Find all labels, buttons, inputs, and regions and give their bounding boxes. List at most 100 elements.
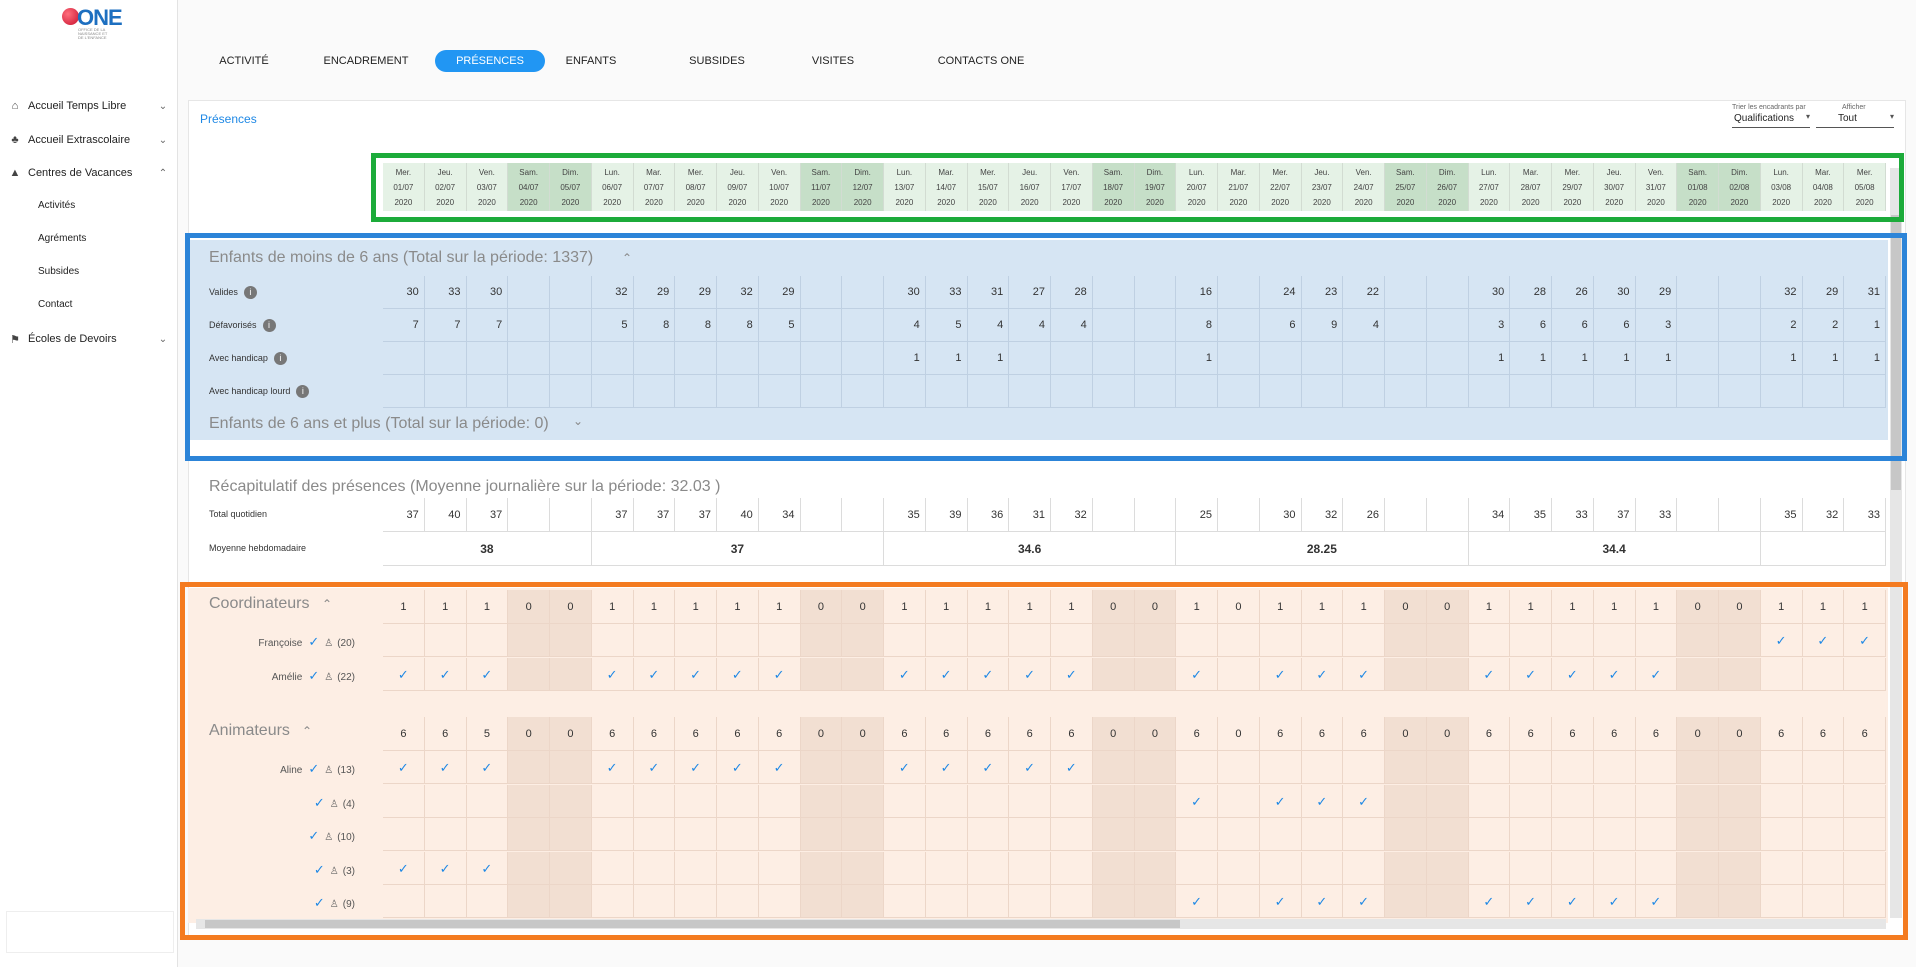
staff-day-cell[interactable] (800, 785, 843, 818)
staff-day-cell[interactable] (842, 885, 884, 918)
staff-day-cell[interactable] (925, 624, 968, 657)
staff-day-cell[interactable] (717, 885, 759, 918)
staff-day-cell[interactable]: ✓ (1051, 751, 1093, 784)
staff-day-cell[interactable] (1009, 624, 1051, 657)
staff-day-cell[interactable] (925, 885, 968, 918)
staff-day-cell[interactable]: ✓ (1051, 658, 1093, 691)
staff-day-cell[interactable] (591, 885, 634, 918)
staff-day-cell[interactable]: ✓ (675, 751, 717, 784)
staff-day-cell[interactable] (1677, 818, 1719, 851)
staff-day-cell[interactable]: ✓ (1301, 785, 1344, 818)
info-icon[interactable]: i (243, 286, 257, 299)
staff-day-cell[interactable] (1593, 624, 1636, 657)
staff-day-cell[interactable] (1426, 658, 1469, 691)
staff-day-cell[interactable] (1218, 658, 1260, 691)
staff-day-cell[interactable]: ✓ (1259, 885, 1302, 918)
staff-day-cell[interactable] (1134, 751, 1177, 784)
staff-day-cell[interactable] (1510, 624, 1552, 657)
staff-day-cell[interactable] (884, 818, 926, 851)
staff-day-cell[interactable] (967, 785, 1010, 818)
staff-day-cell[interactable] (1677, 658, 1719, 691)
staff-day-cell[interactable] (1760, 885, 1803, 918)
staff-day-cell[interactable]: ✓ (675, 658, 717, 691)
staff-day-cell[interactable]: ✓ (466, 658, 509, 691)
staff-day-cell[interactable] (550, 785, 592, 818)
staff-day-cell[interactable] (508, 852, 550, 885)
staff-day-cell[interactable] (633, 785, 676, 818)
staff-day-cell[interactable] (1259, 852, 1302, 885)
staff-day-cell[interactable] (591, 852, 634, 885)
staff-day-cell[interactable] (1802, 885, 1845, 918)
staff-day-cell[interactable] (1051, 852, 1093, 885)
tab-3[interactable]: ENFANTS (555, 50, 627, 72)
staff-day-cell[interactable]: ✓ (1343, 785, 1385, 818)
staff-day-cell[interactable]: ✓ (591, 658, 634, 691)
tab-5[interactable]: VISITES (800, 50, 866, 72)
sidebar-subitem-3[interactable]: Contact (38, 299, 72, 310)
staff-day-cell[interactable] (508, 785, 550, 818)
staff-day-cell[interactable] (1719, 885, 1761, 918)
staff-day-cell[interactable] (1719, 852, 1761, 885)
staff-day-cell[interactable] (1092, 751, 1135, 784)
staff-day-cell[interactable] (1844, 852, 1886, 885)
staff-day-cell[interactable] (1844, 885, 1886, 918)
under6-title[interactable]: Enfants de moins de 6 ans (Total sur la … (209, 249, 593, 267)
sort-select[interactable]: Trier les encadrants par Qualifications (1732, 104, 1810, 128)
staff-day-cell[interactable] (1343, 751, 1385, 784)
staff-day-cell[interactable] (1719, 624, 1761, 657)
staff-day-cell[interactable] (550, 751, 592, 784)
horizontal-scrollbar-thumb[interactable] (205, 920, 1180, 928)
staff-day-cell[interactable] (717, 624, 759, 657)
staff-day-cell[interactable] (383, 624, 425, 657)
staff-day-cell[interactable]: ✓ (466, 751, 509, 784)
staff-day-cell[interactable] (842, 852, 884, 885)
staff-day-cell[interactable] (1134, 658, 1177, 691)
staff-day-cell[interactable] (675, 785, 717, 818)
staff-day-cell[interactable] (1301, 624, 1344, 657)
staff-day-cell[interactable] (1092, 852, 1135, 885)
staff-day-cell[interactable]: ✓ (633, 751, 676, 784)
chevron-up-icon[interactable]: ⌃ (302, 724, 312, 738)
staff-day-cell[interactable]: ✓ (383, 852, 425, 885)
staff-day-cell[interactable] (1134, 852, 1177, 885)
staff-day-cell[interactable] (1343, 818, 1385, 851)
staff-day-cell[interactable] (800, 624, 843, 657)
staff-day-cell[interactable]: ✓ (925, 751, 968, 784)
staff-day-cell[interactable] (1510, 785, 1552, 818)
staff-day-cell[interactable] (1635, 624, 1678, 657)
staff-day-cell[interactable] (1802, 751, 1845, 784)
chevron-down-icon[interactable]: ⌄ (156, 135, 170, 146)
staff-day-cell[interactable] (1051, 785, 1093, 818)
sidebar-subitem-2[interactable]: Subsides (38, 266, 79, 277)
chevron-down-icon[interactable]: ⌄ (156, 334, 170, 345)
one-logo[interactable]: ONE OFFICE DE LA NAISSANCE ET DE L'ENFAN… (60, 5, 123, 42)
staff-day-cell[interactable] (1426, 624, 1469, 657)
staff-day-cell[interactable] (675, 818, 717, 851)
staff-day-cell[interactable] (1385, 852, 1427, 885)
staff-day-cell[interactable] (1593, 818, 1636, 851)
staff-day-cell[interactable] (1426, 885, 1469, 918)
staff-day-cell[interactable] (591, 785, 634, 818)
staff-day-cell[interactable] (1426, 751, 1469, 784)
staff-day-cell[interactable] (842, 658, 884, 691)
chevron-down-icon[interactable]: ⌄ (573, 414, 583, 428)
sidebar-item-1[interactable]: ♣ Accueil Extrascolaire ⌄ (0, 127, 178, 153)
staff-day-cell[interactable] (424, 624, 467, 657)
staff-day-cell[interactable]: ✓ (466, 852, 509, 885)
sidebar-item-2[interactable]: ▲ Centres de Vacances ⌃ (0, 160, 178, 186)
staff-day-cell[interactable] (884, 852, 926, 885)
staff-day-cell[interactable] (1176, 624, 1218, 657)
staff-day-cell[interactable]: ✓ (383, 658, 425, 691)
staff-day-cell[interactable] (424, 885, 467, 918)
staff-day-cell[interactable]: ✓ (1510, 658, 1552, 691)
staff-day-cell[interactable] (1844, 785, 1886, 818)
staff-day-cell[interactable] (675, 852, 717, 885)
staff-day-cell[interactable] (1092, 624, 1135, 657)
staff-day-cell[interactable] (550, 852, 592, 885)
staff-day-cell[interactable] (424, 785, 467, 818)
coordinateurs-title[interactable]: Coordinateurs (209, 595, 310, 613)
staff-day-cell[interactable] (884, 624, 926, 657)
staff-day-cell[interactable] (1719, 818, 1761, 851)
staff-day-cell[interactable] (1385, 785, 1427, 818)
staff-day-cell[interactable] (1259, 751, 1302, 784)
